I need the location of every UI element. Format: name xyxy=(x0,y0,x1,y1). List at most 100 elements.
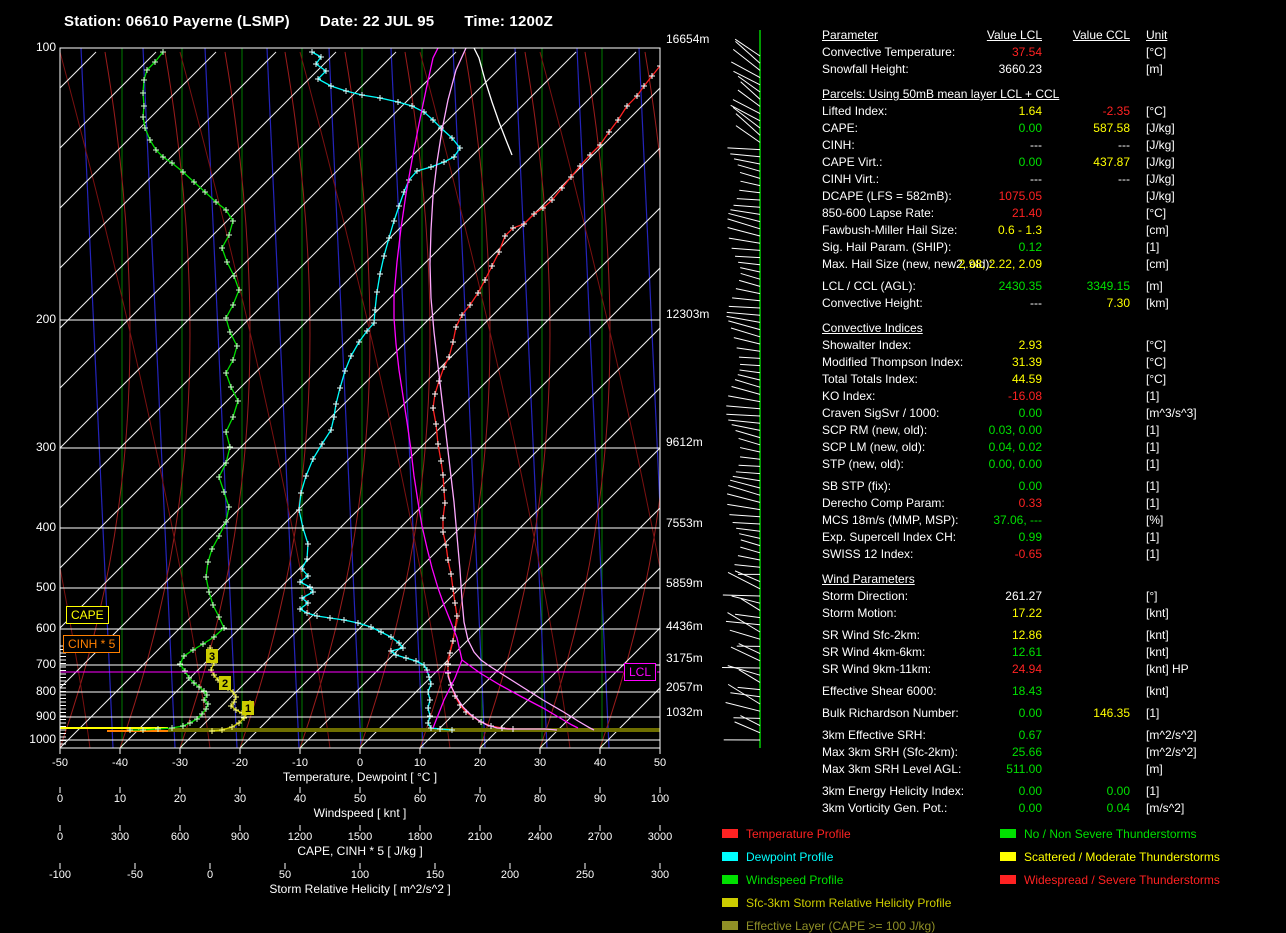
table-cell-lbl: CAPE Virt.: xyxy=(822,154,882,171)
legend-label: Temperature Profile xyxy=(746,827,851,841)
axis-tick-label: 1500 xyxy=(348,831,372,843)
table-row: Craven SigSvr / 1000:0.00[m^3/s^3] xyxy=(822,405,1280,422)
pressure-label: 500 xyxy=(16,580,56,594)
table-cell-lbl: SCP LM (new, old): xyxy=(822,439,925,456)
axis-tick-label: -10 xyxy=(292,757,308,769)
table-row: CINH Virt.:------[J/kg] xyxy=(822,171,1280,188)
table-cell-ccl: 437.87 xyxy=(1093,154,1130,171)
table-cell-unit: [°C] xyxy=(1146,371,1166,388)
pressure-label: 700 xyxy=(16,657,56,671)
legend-swatch xyxy=(722,829,738,838)
table-cell-lbl: Bulk Richardson Number: xyxy=(822,705,959,722)
axis-tick-label: -40 xyxy=(112,757,128,769)
table-cell-lbl: DCAPE (LFS = 582mB): xyxy=(822,188,952,205)
table-cell-unit: [°C] xyxy=(1146,205,1166,222)
table-cell-lcl: 24.94 xyxy=(1012,661,1042,678)
cinh-label: CINH * 5 xyxy=(68,637,115,651)
table-cell-lcl: 511.00 xyxy=(1006,761,1042,778)
table-cell-lbl: MCS 18m/s (MMP, MSP): xyxy=(822,512,958,529)
legend-swatch xyxy=(722,921,738,930)
pressure-label: 100 xyxy=(16,40,56,54)
wind-barbs xyxy=(722,39,760,740)
axis-tick-label: 20 xyxy=(474,757,486,769)
table-cell-unit: [1] xyxy=(1146,783,1159,800)
legend-item: Dewpoint Profile xyxy=(722,850,833,862)
table-row: 3km Effective SRH:0.67[m^2/s^2] xyxy=(822,727,1280,744)
axis-tick-label: 0 xyxy=(357,757,363,769)
legend-item: No / Non Severe Thunderstorms xyxy=(1000,827,1197,839)
table-cell-lcl: 44.59 xyxy=(1012,371,1042,388)
axis-title: Temperature, Dewpoint [ °C ] xyxy=(283,770,437,784)
table-cell-lcl: 0.6 - 1.3 xyxy=(998,222,1042,239)
table-cell-unit: [1] xyxy=(1146,478,1159,495)
table-header-value_lcl: Value LCL xyxy=(987,27,1042,44)
height-label: 2057m xyxy=(666,680,703,694)
table-cell-lbl: Fawbush-Miller Hail Size: xyxy=(822,222,957,239)
axis-tick-label: 50 xyxy=(654,757,666,769)
table-header-unit: Unit xyxy=(1146,27,1167,44)
table-cell-lcl: 2.98, 2.22, 2.09 xyxy=(959,256,1042,273)
axis-tick-label: 300 xyxy=(111,831,129,843)
height-label: 5859m xyxy=(666,576,703,590)
cape-label: CAPE xyxy=(71,608,104,622)
table-cell-ccl: --- xyxy=(1118,137,1130,154)
legend-label: Windspeed Profile xyxy=(746,873,843,887)
table-cell-lcl: 25.66 xyxy=(1012,744,1042,761)
pressure-label: 300 xyxy=(16,440,56,454)
axis-tick-label: 250 xyxy=(576,869,594,881)
axis-title: Storm Relative Helicity [ m^2/s^2 ] xyxy=(269,882,450,896)
table-cell-unit: [1] xyxy=(1146,388,1159,405)
axis-tick-label: 300 xyxy=(651,869,669,881)
table-cell-lbl: Craven SigSvr / 1000: xyxy=(822,405,939,422)
table-cell-lbl: CINH Virt.: xyxy=(822,171,879,188)
table-header-row: ParameterValue LCLValue CCLUnit xyxy=(822,27,1280,44)
table-row: CINH:------[J/kg] xyxy=(822,137,1280,154)
table-cell-lcl: 0.00 xyxy=(1019,405,1042,422)
axis-title: Windspeed [ knt ] xyxy=(314,806,407,820)
height-label: 7553m xyxy=(666,516,703,530)
table-cell-ccl: 7.30 xyxy=(1107,295,1130,312)
table-cell-lcl: 261.27 xyxy=(1005,588,1042,605)
axis-tick-label: 900 xyxy=(231,831,249,843)
table-cell-lbl: SR Wind 9km-11km: xyxy=(822,661,931,678)
table-cell-lbl: Storm Motion: xyxy=(822,605,897,622)
table-row: STP (new, old):0.00, 0.00[1] xyxy=(822,456,1280,473)
table-cell-lcl: 0.67 xyxy=(1019,727,1042,744)
axis-tick-label: -20 xyxy=(232,757,248,769)
table-cell-unit: [m/s^2] xyxy=(1146,800,1184,817)
table-cell-unit: [J/kg] xyxy=(1146,137,1175,154)
table-row: 3km Vorticity Gen. Pot.:0.000.04[m/s^2] xyxy=(822,800,1280,817)
legend-swatch xyxy=(1000,829,1016,838)
table-cell-lbl: Derecho Comp Param: xyxy=(822,495,945,512)
table-row: Storm Motion:17.22[knt] xyxy=(822,605,1280,622)
table-cell-lcl: 0.00 xyxy=(1019,120,1042,137)
table-row: SWISS 12 Index:-0.65[1] xyxy=(822,546,1280,563)
table-cell-lcl: 31.39 xyxy=(1012,354,1042,371)
legend-item: Scattered / Moderate Thunderstorms xyxy=(1000,850,1220,862)
table-cell-lbl: Max 3km SRH (Sfc-2km): xyxy=(822,744,958,761)
table-cell-unit: [1] xyxy=(1146,705,1159,722)
table-cell-lbl: 3km Effective SRH: xyxy=(822,727,926,744)
axis-tick-label: 50 xyxy=(354,793,366,805)
pressure-label: 800 xyxy=(16,684,56,698)
axis-tick-label: -30 xyxy=(172,757,188,769)
profile-ascent-white xyxy=(474,48,512,155)
lcl-label-box: LCL xyxy=(624,663,656,681)
cape-label-box: CAPE xyxy=(66,606,109,624)
pressure-label: 600 xyxy=(16,621,56,635)
legend-label: Effective Layer (CAPE >= 100 J/kg) xyxy=(746,919,935,933)
table-cell-unit: [1] xyxy=(1146,422,1159,439)
table-cell-lbl: 3km Energy Helicity Index: xyxy=(822,783,964,800)
legend-swatch xyxy=(1000,875,1016,884)
axis-tick-label: 1200 xyxy=(288,831,312,843)
table-cell-lbl: Exp. Supercell Index CH: xyxy=(822,529,956,546)
axis-tick-label: 50 xyxy=(279,869,291,881)
lcl-label: LCL xyxy=(629,665,651,679)
table-cell-unit: [1] xyxy=(1146,439,1159,456)
table-cell-unit: [m] xyxy=(1146,761,1163,778)
axis-tick-label: 600 xyxy=(171,831,189,843)
table-cell-ccl: 0.00 xyxy=(1107,783,1130,800)
table-cell-lbl: 850-600 Lapse Rate: xyxy=(822,205,934,222)
km-marker-label: 2 xyxy=(222,678,228,690)
km-marker-label: 3 xyxy=(209,651,215,663)
